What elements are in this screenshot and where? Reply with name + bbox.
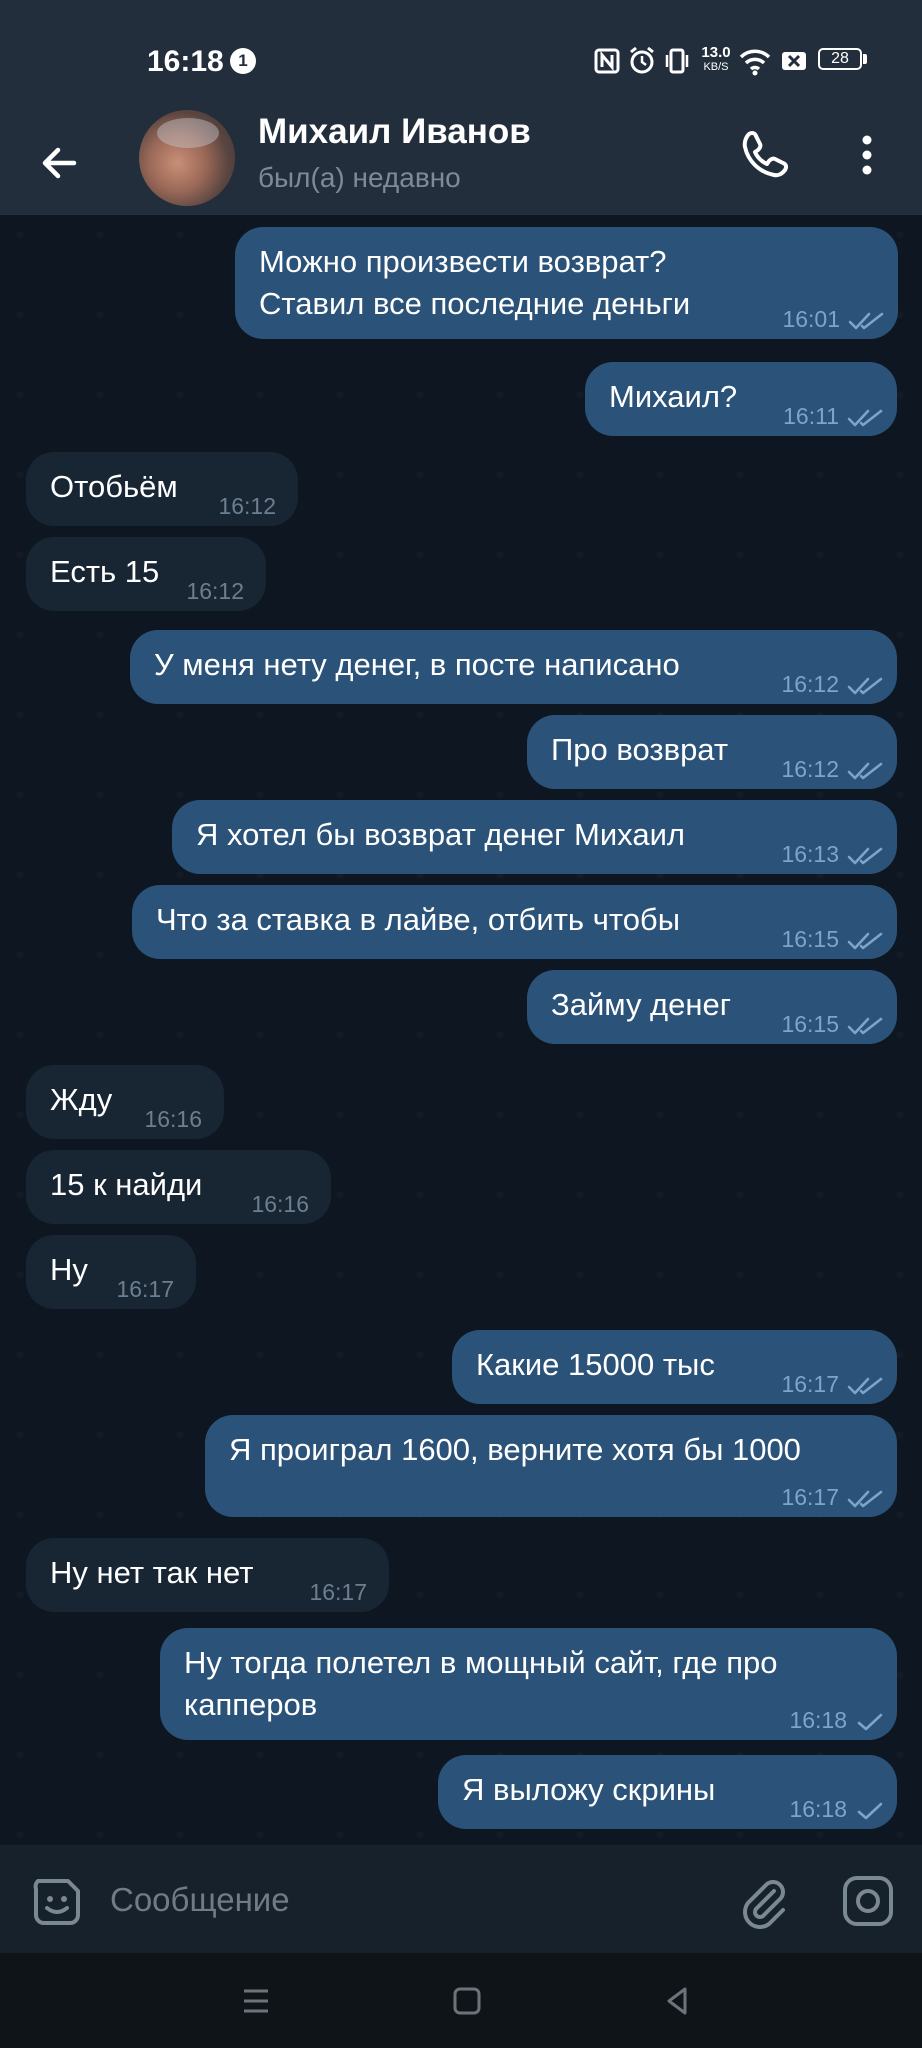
nav-home-icon[interactable] [447,1981,487,2021]
message-input[interactable] [108,1869,712,1931]
wifi-icon [739,49,771,76]
outgoing-message[interactable]: Михаил? 16:11 [585,362,897,436]
contact-status: был(а) недавно [258,162,461,193]
incoming-message[interactable]: Ну нет так нет 16:17 [26,1538,389,1612]
message-time: 16:15 [781,1011,839,1037]
message-text: Я проиграл 1600, верните хотя бы 1000 [229,1432,801,1467]
status-bar: 16:18 1 13.0 KB/S 28 [0,0,922,110]
double-check-icon [839,841,885,867]
net-speed-value: 13.0 [701,44,731,61]
message-meta: 16:18 [789,1796,885,1823]
system-nav-bar [0,1953,922,2048]
battery-icon: 28 [818,48,862,70]
double-check-icon [839,1484,885,1510]
message-time: 16:12 [781,756,839,782]
message-meta: 16:15 [781,1011,885,1038]
message-meta: 16:15 [781,926,885,953]
alarm-icon [630,46,654,74]
nav-back-icon[interactable] [657,1981,697,2021]
message-time: 16:17 [781,1371,839,1397]
message-time: 16:12 [218,493,276,519]
double-check-icon [839,1011,885,1037]
message-time: 16:18 [789,1796,847,1822]
message-time: 16:18 [789,1707,847,1733]
message-time: 16:16 [251,1191,309,1217]
message-meta: 16:17 [781,1484,885,1511]
single-check-icon [847,1707,885,1733]
message-time: 16:17 [309,1579,367,1605]
outgoing-message[interactable]: Ну тогда полетел в мощный сайт, где про … [160,1628,897,1740]
contact-avatar[interactable] [139,110,235,206]
nfc-icon [594,48,620,74]
double-check-icon [840,306,886,332]
message-meta: 16:16 [251,1191,309,1218]
message-time: 16:12 [186,578,244,604]
vibrate-icon [665,48,689,74]
message-meta: 16:11 [783,403,885,430]
outgoing-message[interactable]: Займу денег 16:15 [527,970,897,1044]
composer [0,1845,922,1953]
incoming-message[interactable]: 15 к найди 16:16 [26,1150,331,1224]
outgoing-message[interactable]: Про возврат 16:12 [527,715,897,789]
message-meta: 16:01 [782,306,886,333]
message-meta: 16:17 [781,1371,885,1398]
outgoing-message[interactable]: Я выложу скрины 16:18 [438,1755,897,1829]
double-check-icon [839,403,885,429]
message-time: 16:01 [782,306,840,332]
message-time: 16:17 [781,1484,839,1510]
double-check-icon [839,1371,885,1397]
message-meta: 16:12 [186,578,244,605]
sticker-icon[interactable] [30,1875,84,1929]
message-time: 16:13 [781,841,839,867]
message-time: 16:11 [783,403,839,429]
incoming-message[interactable]: Жду 16:16 [26,1065,224,1139]
message-time: 16:15 [781,926,839,952]
notification-badge: 1 [230,48,256,74]
net-speed: 13.0 KB/S [696,45,736,75]
outgoing-message[interactable]: Я проиграл 1600, верните хотя бы 1000 16:… [205,1415,897,1517]
message-meta: 16:12 [781,671,885,698]
close-box-icon [782,52,806,70]
net-speed-unit: KB/S [703,61,729,73]
incoming-message[interactable]: Ну 16:17 [26,1235,196,1309]
more-vert-icon[interactable] [842,126,892,184]
message-meta: 16:18 [789,1707,885,1734]
back-arrow-icon[interactable] [30,133,90,193]
message-meta: 16:17 [116,1276,174,1303]
message-meta: 16:17 [309,1579,367,1606]
message-meta: 16:16 [144,1106,202,1133]
contact-name[interactable]: Михаил Иванов [258,112,531,152]
message-time: 16:12 [781,671,839,697]
camera-icon[interactable] [840,1873,896,1929]
message-meta: 16:12 [781,756,885,783]
double-check-icon [839,926,885,952]
battery-tip [863,54,867,64]
nav-menu-icon[interactable] [236,1981,276,2021]
message-meta: 16:12 [218,493,276,520]
double-check-icon [839,756,885,782]
outgoing-message[interactable]: Какие 15000 тыс 16:17 [452,1330,897,1404]
paperclip-icon[interactable] [736,1873,792,1929]
double-check-icon [839,671,885,697]
outgoing-message[interactable]: У меня нету денег, в посте написано 16:12 [130,630,897,704]
message-meta: 16:13 [781,841,885,868]
incoming-message[interactable]: Есть 15 16:12 [26,537,266,611]
outgoing-message[interactable]: Можно произвести возврат? Ставил все пос… [235,227,898,339]
outgoing-message[interactable]: Что за ставка в лайве, отбить чтобы 16:15 [132,885,897,959]
phone-icon[interactable] [736,126,794,184]
message-time: 16:17 [116,1276,174,1302]
incoming-message[interactable]: Отобьём 16:12 [26,452,298,526]
message-time: 16:16 [144,1106,202,1132]
outgoing-message[interactable]: Я хотел бы возврат денег Михаил 16:13 [172,800,897,874]
message-list[interactable]: Можно произвести возврат? Ставил все пос… [0,215,922,1845]
single-check-icon [847,1796,885,1822]
status-time: 16:18 [147,45,224,78]
